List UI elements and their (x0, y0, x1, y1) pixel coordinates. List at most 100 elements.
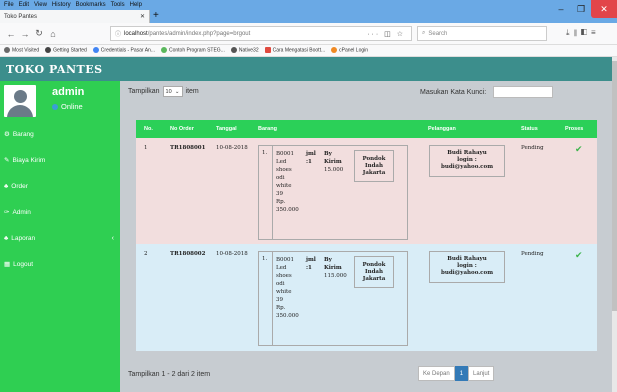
show-prefix: Tampilkan (128, 88, 160, 95)
table-header: No. No Order Tanggal Barang Pelanggan St… (136, 120, 597, 138)
page-size-control: Tampilkan 10 ⌄ item (128, 86, 199, 97)
cell-status: Pending (521, 145, 544, 151)
item-no: 1. (259, 252, 273, 345)
process-check-icon[interactable]: ✔ (565, 145, 583, 155)
bookmark-star-icon[interactable]: ☆ (397, 31, 405, 38)
browser-tab[interactable]: Toko Pantes ✕ (0, 10, 150, 23)
bookmark-credentials[interactable]: Credentials - Pasar An... (92, 47, 155, 54)
home-icon[interactable]: ⌂ (46, 29, 60, 39)
library-icon[interactable]: ⫴ (574, 28, 581, 37)
sidebar-item-label: Biaya Kirim (12, 156, 46, 164)
menu-help[interactable]: Help (130, 2, 142, 8)
sidebar-item-label: Admin (12, 208, 31, 216)
page-1-button[interactable]: 1 (454, 366, 469, 381)
reload-icon[interactable]: ↻ (32, 28, 46, 39)
cell-date: 10-08-2018 (216, 251, 248, 257)
scrollbar-thumb[interactable] (612, 61, 617, 311)
next-page-button[interactable]: Lanjut (468, 366, 495, 381)
pagination-summary: Tampilkan 1 - 2 dari 2 item (128, 371, 211, 378)
col-no: No. (144, 126, 153, 132)
edit-icon: ✎ (4, 157, 10, 164)
col-status: Status (521, 126, 538, 132)
minimize-icon[interactable]: – (551, 0, 571, 18)
avatar (4, 85, 36, 117)
sidebar-item-label: Laporan (11, 234, 36, 242)
url-host: localhost (124, 30, 148, 37)
bookmark-cpanel[interactable]: cPanel Login (331, 47, 368, 54)
process-check-icon[interactable]: ✔ (565, 251, 583, 261)
user-panel: admin Online (0, 81, 120, 121)
maximize-icon[interactable]: ❐ (571, 0, 591, 18)
url-bar[interactable]: ⓘ localhost/pantes/admin/index.php?page=… (110, 26, 412, 41)
menu-file[interactable]: File (4, 2, 14, 8)
hamburger-icon[interactable]: ≡ (591, 28, 600, 37)
prev-page-button[interactable]: Ke Depan (418, 366, 455, 381)
page-size-select[interactable]: 10 ⌄ (162, 86, 183, 97)
menu-bookmarks[interactable]: Bookmarks (76, 2, 106, 8)
sidebar-item-laporan[interactable]: ♣ Laporan ‹ (0, 225, 120, 251)
tab-title: Toko Pantes (4, 13, 38, 20)
sidebar-icon[interactable]: ◧ (581, 28, 591, 37)
bookmark-native32[interactable]: Native32 (230, 47, 259, 54)
cell-no: 1 (144, 145, 148, 151)
user-name: admin (52, 86, 85, 98)
search-input[interactable]: ⌕ Search (417, 26, 547, 41)
sidebar-item-biaya-kirim[interactable]: ✎ Biaya Kirim (0, 147, 120, 173)
item-name: B0001 Led shoes odi white 39 Rp. 350.000 (276, 151, 299, 213)
item-shipping: By Kirim 115.000 (324, 257, 347, 279)
app-header: TOKO PANTES (0, 57, 612, 81)
online-dot-icon (52, 103, 58, 110)
item-detail: 1. B0001 Led shoes odi white 39 Rp. 350.000 jm… (258, 251, 408, 346)
url-path: /pantes/admin/index.php?page=brgout (147, 30, 251, 37)
col-customer: Pelanggan (428, 126, 456, 132)
item-detail: 1. B0001 Led shoes odi white 39 Rp. 350.000 jm… (258, 145, 408, 240)
new-tab-icon[interactable]: + (153, 10, 159, 22)
bookmark-contoh-program[interactable]: Contoh Program STEG... (161, 47, 225, 54)
back-icon[interactable]: ← (4, 29, 18, 39)
bookmarks-toolbar: Most Visited Getting Started Credentials… (0, 45, 617, 57)
forward-icon[interactable]: → (18, 29, 32, 39)
search-icon: ⌕ (422, 30, 426, 36)
menu-view[interactable]: View (34, 2, 47, 8)
table-row: 2 TR1808002 10-08-2018 1. B0001 Led shoes o… (136, 244, 597, 351)
cell-customer: Budi Rahayu login : budi@yahoo.com (420, 244, 513, 351)
orders-table: No. No Order Tanggal Barang Pelanggan St… (136, 120, 597, 351)
sidebar-item-label: Order (11, 182, 28, 190)
brand-logo[interactable]: TOKO PANTES (6, 63, 103, 76)
menu-edit[interactable]: Edit (19, 2, 29, 8)
keyword-input[interactable] (493, 86, 553, 98)
bookmark-cara-mengatasi[interactable]: Cara Mengatasi Boott... (264, 47, 325, 54)
pocket-icon[interactable]: ◫ (384, 31, 393, 38)
box-icon: ⚙ (4, 131, 10, 138)
col-process: Proses (565, 126, 584, 132)
menu-history[interactable]: History (52, 2, 71, 8)
nav-toolbar: ← → ↻ ⌂ ⓘ localhost/pantes/admin/index.p… (0, 23, 617, 45)
info-icon[interactable]: ⓘ (115, 29, 121, 38)
tab-close-icon[interactable]: ✕ (140, 13, 145, 20)
page-scrollbar[interactable] (612, 57, 617, 392)
sidebar-item-order[interactable]: ♣ Order (0, 173, 120, 199)
window-close-icon[interactable]: ✕ (591, 0, 617, 18)
bookmark-getting-started[interactable]: Getting Started (45, 47, 87, 54)
show-suffix: item (185, 88, 199, 95)
col-order: No Order (170, 126, 194, 132)
more-icon[interactable]: ··· (367, 31, 380, 38)
search-placeholder: Search (428, 30, 448, 37)
cell-status: Pending (521, 251, 544, 257)
window-controls: – ❐ ✕ (551, 0, 617, 22)
toolbar-right: ⤓⫴◧≡ (566, 28, 600, 38)
url-actions: ··· ◫ ☆ (367, 30, 405, 38)
sidebar-item-label: Barang (12, 130, 34, 138)
sidebar-item-logout[interactable]: ▦ Logout (0, 251, 120, 277)
menu-tools[interactable]: Tools (111, 2, 125, 8)
item-no: 1. (259, 146, 273, 239)
user-status: Online (52, 102, 83, 111)
cart-icon: ♣ (4, 182, 9, 190)
sidebar-item-admin[interactable]: ✑ Admin (0, 199, 120, 225)
cell-items: 1. B0001 Led shoes odi white 39 Rp. 350.000 jm… (250, 244, 420, 351)
sidebar-item-label: Logout (13, 260, 34, 268)
bookmark-most-visited[interactable]: Most Visited (4, 47, 39, 54)
item-name: B0001 Led shoes odi white 39 Rp. 350.000 (276, 257, 299, 319)
sidebar-item-barang[interactable]: ⚙ Barang (0, 121, 120, 147)
download-icon[interactable]: ⤓ (566, 28, 574, 37)
